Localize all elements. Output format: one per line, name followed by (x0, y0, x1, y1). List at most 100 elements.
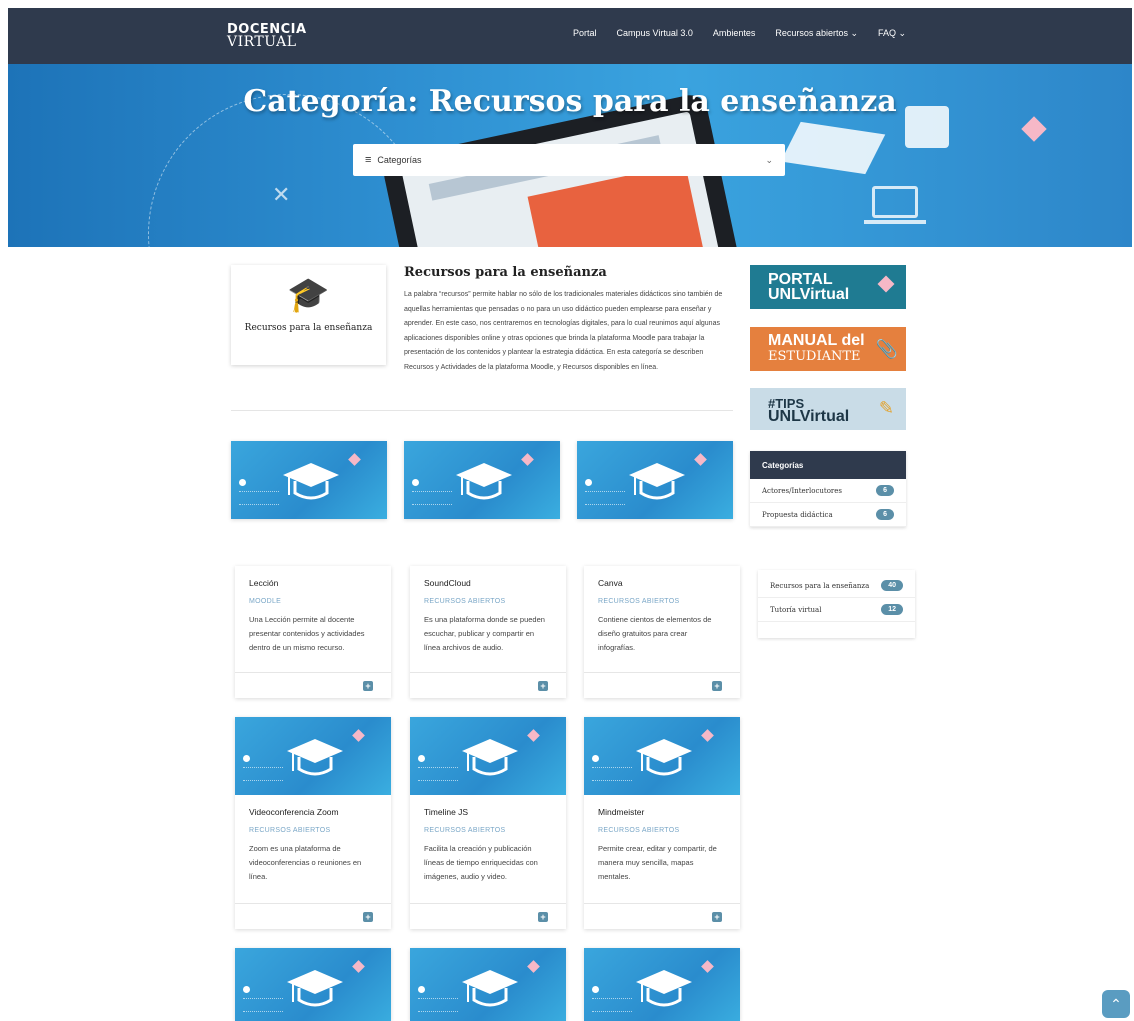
divider (231, 410, 733, 411)
count-badge: 40 (881, 580, 903, 591)
resource-card[interactable]: Mindmeister RECURSOS ABIERTOS Permite cr… (584, 717, 740, 929)
category-title: Recursos para la enseñanza (404, 265, 607, 280)
graduation-cap-icon (629, 463, 685, 500)
plus-icon[interactable]: + (538, 912, 548, 922)
resource-description: Es una plataforma donde se pueden escuch… (424, 615, 545, 652)
card-footer: + (410, 903, 566, 929)
count-badge: 12 (881, 604, 903, 615)
resource-card-thumbnail[interactable] (577, 441, 733, 519)
graduation-cap-icon: 🎓 (287, 276, 330, 314)
nav-portal[interactable]: Portal (573, 28, 597, 39)
resource-card-thumbnail[interactable] (235, 948, 391, 1021)
resource-thumbnail (235, 717, 391, 795)
banner-line: UNLVirtual (768, 408, 850, 425)
resource-card-thumbnail[interactable] (231, 441, 387, 519)
resource-name: SoundCloud (424, 578, 471, 588)
resource-thumbnail (235, 948, 391, 1021)
diamond-icon (877, 275, 895, 293)
nav-faq[interactable]: FAQ ⌄ (878, 28, 906, 39)
banner-line: MANUAL del (768, 332, 865, 349)
nav-ambientes[interactable]: Ambientes (713, 28, 756, 39)
sidebar-item-label: Tutoría virtual (770, 605, 822, 614)
resource-description: Zoom es una plataforma de videoconferenc… (249, 844, 362, 881)
resource-name: Timeline JS (424, 807, 469, 817)
nav-recursos-abiertos[interactable]: Recursos abiertos ⌄ (775, 28, 858, 39)
graduation-cap-icon (462, 970, 518, 1007)
count-badge: 6 (876, 485, 894, 496)
resource-card[interactable]: Timeline JS RECURSOS ABIERTOS Facilita l… (410, 717, 566, 929)
categories-dropdown[interactable]: ≡ Categorías ⌄ (353, 144, 785, 176)
resource-thumbnail (410, 717, 566, 795)
resource-name: Videoconferencia Zoom (249, 807, 339, 817)
resource-card[interactable]: Lección MOODLE Una Lección permite al do… (235, 566, 391, 698)
sidebar-item-tutoria[interactable]: Tutoría virtual 12 (758, 598, 915, 622)
site-logo[interactable]: DOCENCIA VIRTUAL (227, 23, 307, 49)
sidebar-item-label: Actores/Interlocutores (762, 486, 843, 495)
resource-card-thumbnail[interactable] (404, 441, 560, 519)
resource-description: Contiene cientos de elementos de diseño … (598, 615, 712, 652)
resource-thumbnail (584, 717, 740, 795)
plus-icon[interactable]: + (712, 912, 722, 922)
resource-card-thumbnail[interactable] (584, 948, 740, 1021)
graduation-cap-icon (287, 970, 343, 1007)
hero-banner: ✕ Categoría: Recursos para la enseñanza … (8, 64, 1132, 247)
graduation-cap-icon (636, 739, 692, 776)
pencil-icon: ✎ (878, 398, 894, 418)
nav-campus-virtual[interactable]: Campus Virtual 3.0 (617, 28, 693, 39)
sidebar-item-label: Recursos para la enseñanza (770, 581, 870, 590)
resource-tag[interactable]: RECURSOS ABIERTOS (249, 827, 377, 834)
card-footer: + (584, 903, 740, 929)
banner-line: UNLVirtual (768, 286, 850, 303)
page-title: Categoría: Recursos para la enseñanza (243, 84, 897, 119)
banner-line: PORTAL (768, 271, 833, 288)
top-navbar: DOCENCIA VIRTUAL Portal Campus Virtual 3… (8, 8, 1132, 64)
plus-icon[interactable]: + (712, 681, 722, 691)
resource-card-thumbnail[interactable] (410, 948, 566, 1021)
resource-thumbnail (584, 948, 740, 1021)
resource-description: Permite crear, editar y compartir, de ma… (598, 844, 717, 881)
resource-card[interactable]: Canva RECURSOS ABIERTOS Contiene cientos… (584, 566, 740, 698)
laptop-icon (872, 186, 918, 218)
resource-tag[interactable]: RECURSOS ABIERTOS (424, 598, 552, 605)
resource-thumbnail (410, 948, 566, 1021)
laptop-base-icon (864, 220, 926, 224)
sidebar-item-actores[interactable]: Actores/Interlocutores 6 (750, 479, 906, 503)
sidebar-item-label: Propuesta didáctica (762, 510, 833, 519)
resource-name: Lección (249, 578, 279, 588)
tips-unlvirtual-banner[interactable]: #TIPS UNLVirtual ✎ (750, 388, 906, 430)
graduation-cap-icon (287, 739, 343, 776)
category-card: 🎓 Recursos para la enseñanza (231, 265, 386, 365)
plus-icon[interactable]: + (363, 681, 373, 691)
decorative-x-icon: ✕ (272, 182, 291, 207)
category-card-label: Recursos para la enseñanza (244, 323, 373, 333)
diamond-icon (1021, 116, 1047, 142)
card-footer: + (584, 672, 740, 698)
resource-tag[interactable]: RECURSOS ABIERTOS (598, 598, 726, 605)
banner-line: ESTUDIANTE (768, 349, 861, 364)
resource-thumbnail (231, 441, 387, 519)
resource-name: Canva (598, 578, 623, 588)
main-nav: Portal Campus Virtual 3.0 Ambientes Recu… (573, 28, 906, 39)
sidebar-item-propuesta[interactable]: Propuesta didáctica 6 (750, 503, 906, 527)
manual-estudiante-banner[interactable]: MANUAL del ESTUDIANTE 📎 (750, 327, 906, 371)
resource-card[interactable]: Videoconferencia Zoom RECURSOS ABIERTOS … (235, 717, 391, 929)
sidebar-item-recursos[interactable]: Recursos para la enseñanza 40 (758, 574, 915, 598)
card-footer: + (410, 672, 566, 698)
resource-tag[interactable]: RECURSOS ABIERTOS (598, 827, 726, 834)
portal-unlvirtual-banner[interactable]: PORTAL UNLVirtual (750, 265, 906, 309)
card-footer: + (235, 672, 391, 698)
graduation-cap-icon (283, 463, 339, 500)
scroll-to-top-button[interactable]: ⌃ (1102, 990, 1130, 1018)
paperclip-icon: 📎 (875, 339, 898, 359)
plus-icon[interactable]: + (538, 681, 548, 691)
resource-tag[interactable]: MOODLE (249, 598, 377, 605)
sidebar-categories-title: Categorías (750, 451, 906, 479)
resource-description: Facilita la creación y publicación línea… (424, 844, 538, 881)
resource-card[interactable]: SoundCloud RECURSOS ABIERTOS Es una plat… (410, 566, 566, 698)
sidebar-categories-continued: Recursos para la enseñanza 40 Tutoría vi… (758, 570, 915, 638)
card-footer: + (235, 903, 391, 929)
logo-line-2: VIRTUAL (227, 34, 297, 50)
resource-tag[interactable]: RECURSOS ABIERTOS (424, 827, 552, 834)
plus-icon[interactable]: + (363, 912, 373, 922)
resource-thumbnail (577, 441, 733, 519)
